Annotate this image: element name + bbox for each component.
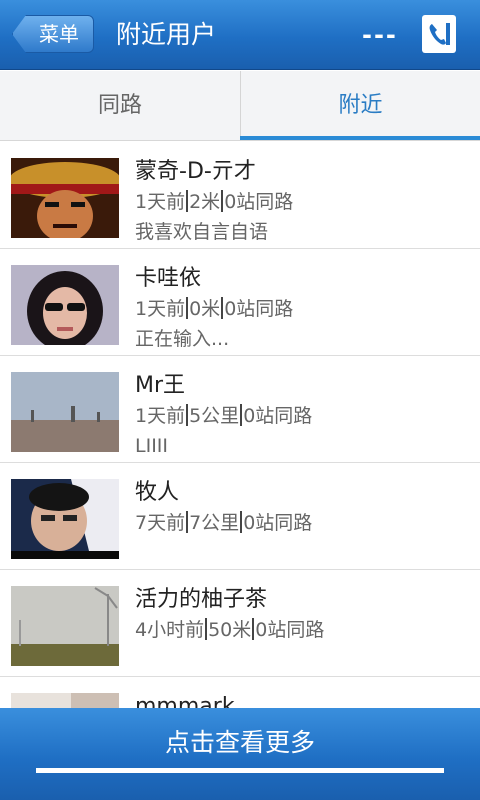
last-seen: 1天前 (135, 191, 186, 213)
avatar (11, 586, 119, 666)
avatar (11, 372, 119, 452)
user-list[interactable]: 蒙奇-D-亓才 1天前 2米 0站同路 我喜欢自言自语 卡哇依 1天前 0米 0站同路 … (0, 142, 480, 708)
load-more-underline (36, 768, 444, 773)
load-more-bar: 点击查看更多 (0, 708, 480, 800)
user-meta: 4小时前 50米 0站同路 (135, 618, 324, 642)
list-item[interactable]: mmmark (0, 677, 480, 708)
list-item[interactable]: Mr王 1天前 5公里 0站同路 LIIII (0, 356, 480, 463)
avatar (11, 265, 119, 345)
last-seen: 7天前 (135, 512, 186, 534)
user-status: 我喜欢自言自语 (135, 221, 269, 243)
route-match: 0站同路 (243, 405, 313, 427)
phone-icon[interactable] (422, 15, 456, 53)
user-name: mmmark (135, 694, 235, 708)
tab-active-indicator (240, 136, 480, 140)
distance: 5公里 (189, 405, 240, 427)
distance: 0米 (189, 298, 221, 320)
route-match: 0站同路 (255, 619, 325, 641)
user-name: 活力的柚子茶 (135, 587, 268, 612)
tab-nearby[interactable]: 附近 (240, 71, 480, 141)
distance: 2米 (189, 191, 221, 213)
route-match: 0站同路 (224, 298, 294, 320)
page-title: 附近用户 (116, 20, 217, 49)
distance: 50米 (208, 619, 252, 641)
avatar (11, 479, 119, 559)
header-bar: 菜单 附近用户 --- (0, 0, 480, 70)
list-item[interactable]: 蒙奇-D-亓才 1天前 2米 0站同路 我喜欢自言自语 (0, 142, 480, 249)
user-meta: 7天前 7公里 0站同路 (135, 511, 312, 535)
menu-back-button[interactable]: 菜单 (12, 15, 94, 53)
tab-bar: 同路 附近 (0, 71, 480, 141)
user-name: 卡哇依 (135, 266, 202, 291)
more-options-icon[interactable]: --- (362, 23, 402, 47)
list-item[interactable]: 活力的柚子茶 4小时前 50米 0站同路 (0, 570, 480, 677)
route-match: 0站同路 (243, 512, 313, 534)
list-item[interactable]: 牧人 7天前 7公里 0站同路 (0, 463, 480, 570)
user-name: 蒙奇-D-亓才 (135, 159, 256, 184)
route-match: 0站同路 (224, 191, 294, 213)
avatar (11, 158, 119, 238)
user-meta: 1天前 2米 0站同路 (135, 190, 293, 214)
user-meta: 1天前 0米 0站同路 (135, 297, 293, 321)
last-seen: 4小时前 (135, 619, 205, 641)
tab-same-route[interactable]: 同路 (0, 71, 240, 141)
user-status: 正在输入... (135, 328, 230, 350)
last-seen: 1天前 (135, 298, 186, 320)
user-meta: 1天前 5公里 0站同路 (135, 404, 312, 428)
last-seen: 1天前 (135, 405, 186, 427)
user-name: 牧人 (135, 480, 180, 505)
avatar (11, 693, 119, 708)
user-name: Mr王 (135, 373, 186, 398)
user-status: LIIII (135, 435, 168, 457)
distance: 7公里 (189, 512, 240, 534)
list-item[interactable]: 卡哇依 1天前 0米 0站同路 正在输入... (0, 249, 480, 356)
